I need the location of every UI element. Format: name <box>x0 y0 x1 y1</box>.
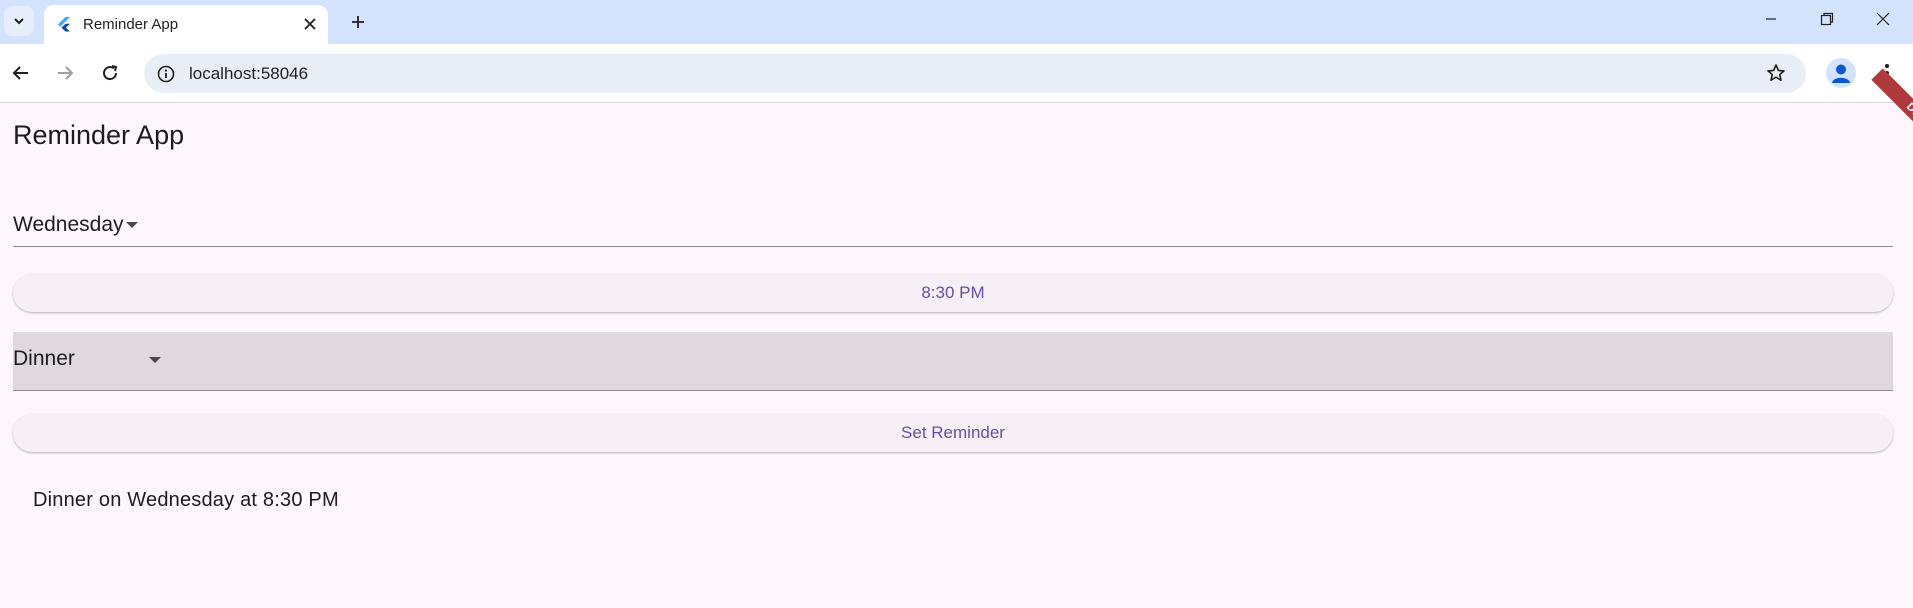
info-icon <box>157 65 175 83</box>
close-icon <box>304 18 316 30</box>
browser-toolbar: localhost:58046 <box>0 44 1913 103</box>
close-window-button[interactable] <box>1855 0 1911 38</box>
close-icon <box>1876 12 1890 26</box>
star-icon <box>1767 64 1785 81</box>
back-button[interactable] <box>5 57 37 89</box>
page-title: Reminder App <box>13 120 185 150</box>
plus-icon <box>352 16 364 28</box>
reload-icon <box>103 65 118 81</box>
dropdown-arrow-icon <box>126 222 138 228</box>
forward-button[interactable] <box>49 57 81 89</box>
app-viewport: Reminder App Wednesday 8:30 PM Dinner Se… <box>0 103 1913 608</box>
day-dropdown-value: Wednesday <box>13 213 124 236</box>
address-bar[interactable]: localhost:58046 <box>144 54 1806 93</box>
url-text: localhost:58046 <box>189 64 309 83</box>
arrow-left-icon <box>12 66 28 80</box>
tab-close-button[interactable] <box>300 14 320 34</box>
day-dropdown[interactable]: Wednesday <box>13 206 1893 247</box>
time-picker-button[interactable]: 8:30 PM <box>13 274 1893 312</box>
dropdown-arrow-icon <box>149 357 161 363</box>
profile-avatar-button[interactable] <box>1826 58 1856 88</box>
minimize-button[interactable] <box>1743 0 1799 38</box>
bookmark-button[interactable] <box>1764 61 1788 85</box>
tab-title: Reminder App <box>83 16 179 33</box>
browser-tab-strip: Reminder App <box>0 0 1913 44</box>
meal-dropdown-value: Dinner <box>13 347 75 370</box>
time-picker-label: 8:30 PM <box>921 283 985 302</box>
arrow-right-icon <box>58 66 74 80</box>
meal-dropdown[interactable]: Dinner <box>13 332 1893 391</box>
chevron-down-icon <box>14 18 24 25</box>
minimize-icon <box>1766 18 1776 20</box>
person-icon <box>1832 64 1850 83</box>
restore-icon <box>1820 12 1834 26</box>
restore-button[interactable] <box>1799 0 1855 38</box>
browser-tab[interactable]: Reminder App <box>44 5 328 44</box>
set-reminder-label: Set Reminder <box>901 423 1005 442</box>
reload-button[interactable] <box>94 57 126 89</box>
flutter-icon <box>58 17 70 32</box>
tab-search-button[interactable] <box>4 6 34 36</box>
site-info-button[interactable] <box>154 62 178 86</box>
reminder-result-text: Dinner on Wednesday at 8:30 PM <box>33 489 339 511</box>
new-tab-button[interactable] <box>344 8 372 36</box>
set-reminder-button[interactable]: Set Reminder <box>13 414 1893 452</box>
